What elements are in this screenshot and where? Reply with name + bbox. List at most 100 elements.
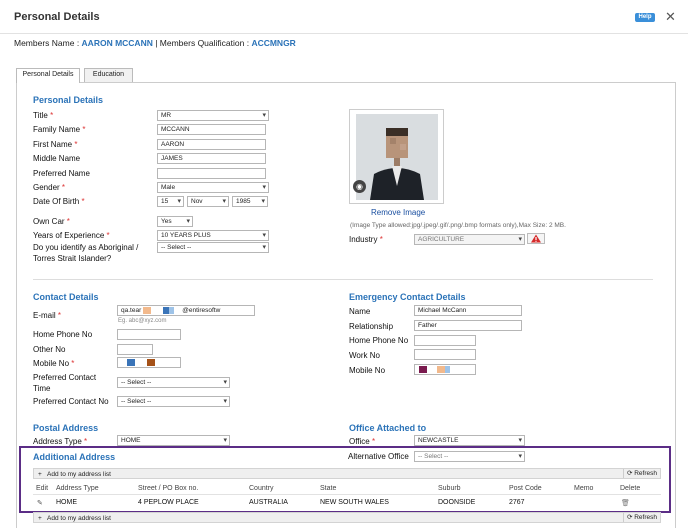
col-street: Street / PO Box no. bbox=[138, 485, 199, 492]
add-icon-bottom[interactable]: + bbox=[38, 515, 42, 522]
pref-contact-time-label-line1: Preferred Contact bbox=[33, 373, 97, 382]
aboriginal-select[interactable]: -- Select -- bbox=[157, 242, 269, 253]
refresh-icon-bottom: ⟳ bbox=[626, 514, 633, 521]
email-label: E-mail * bbox=[33, 311, 62, 320]
personal-details-heading: Personal Details bbox=[33, 95, 104, 105]
col-post-code: Post Code bbox=[509, 485, 542, 492]
close-icon[interactable]: ✕ bbox=[665, 9, 676, 25]
members-info: Members Name : AARON MCCANN | Members Qu… bbox=[14, 38, 296, 48]
emergency-work-no-label: Work No bbox=[349, 351, 380, 360]
other-no-label: Other No bbox=[33, 345, 66, 354]
row-street: 4 PEPLOW PLACE bbox=[138, 499, 199, 506]
other-no-input[interactable] bbox=[117, 344, 153, 355]
profile-photo-image bbox=[356, 114, 438, 200]
dob-day-select[interactable]: 15 bbox=[157, 196, 184, 207]
dob-year-select[interactable]: 1985 bbox=[232, 196, 268, 207]
col-state: State bbox=[320, 485, 337, 492]
col-edit: Edit bbox=[36, 485, 49, 492]
col-delete: Delete bbox=[620, 485, 641, 492]
col-country: Country bbox=[249, 485, 274, 492]
email-input[interactable]: qa.tear @entiresoftw bbox=[117, 305, 255, 316]
dob-month-select[interactable]: Nov bbox=[187, 196, 229, 207]
add-icon[interactable]: + bbox=[38, 471, 42, 478]
row-address-type: HOME bbox=[56, 499, 77, 506]
col-memo: Memo bbox=[574, 485, 594, 492]
delete-trash-icon[interactable]: 🗑 bbox=[621, 499, 630, 507]
relationship-input[interactable]: Father bbox=[414, 320, 522, 331]
title-label: Title * bbox=[33, 111, 54, 120]
emergency-home-phone-label: Home Phone No bbox=[349, 336, 409, 345]
first-name-input[interactable]: AARON bbox=[157, 139, 266, 150]
emergency-mobile-no-input[interactable] bbox=[414, 364, 476, 375]
family-name-label: Family Name * bbox=[33, 125, 86, 134]
tab-education[interactable]: Education bbox=[84, 68, 133, 82]
members-name: AARON MCCANN bbox=[81, 38, 153, 48]
home-phone-input[interactable] bbox=[117, 329, 181, 340]
grid-header-divider bbox=[33, 494, 661, 495]
mobile-no-label: Mobile No * bbox=[33, 359, 75, 368]
alternative-office-select[interactable]: -- Select -- bbox=[414, 451, 525, 462]
pref-contact-no-label: Preferred Contact No bbox=[33, 397, 109, 406]
row-country: AUSTRALIA bbox=[249, 499, 288, 506]
emergency-work-no-input[interactable] bbox=[414, 349, 476, 360]
industry-label: Industry * bbox=[349, 235, 383, 244]
preferred-name-label: Preferred Name bbox=[33, 169, 90, 178]
emergency-home-phone-input[interactable] bbox=[414, 335, 476, 346]
section-divider bbox=[33, 279, 653, 280]
own-car-label: Own Car * bbox=[33, 217, 70, 226]
office-heading: Office Attached to bbox=[349, 423, 427, 433]
row-post-code: 2767 bbox=[509, 499, 525, 506]
address-type-select[interactable]: HOME bbox=[117, 435, 230, 446]
gender-select[interactable]: Male bbox=[157, 182, 269, 193]
help-button[interactable]: Help bbox=[635, 13, 655, 22]
pref-contact-no-select[interactable]: -- Select -- bbox=[117, 396, 230, 407]
col-address-type: Address Type bbox=[56, 485, 99, 492]
middle-name-label: Middle Name bbox=[33, 154, 81, 163]
members-qualification-label: | Members Qualification : bbox=[152, 38, 252, 48]
emergency-mobile-no-label: Mobile No bbox=[349, 366, 386, 375]
own-car-select[interactable]: Yes bbox=[157, 216, 193, 227]
first-name-label: First Name * bbox=[33, 140, 78, 149]
image-type-note: (Image Type allowed:jpg/.jpeg/.gif/.png/… bbox=[350, 222, 566, 229]
add-address-button-bottom[interactable]: Add to my address list bbox=[47, 515, 111, 522]
industry-select[interactable]: AGRICULTURE bbox=[414, 234, 525, 245]
email-placeholder-hint: Eg. abc@xyz.com bbox=[118, 318, 167, 324]
additional-address-heading: Additional Address bbox=[33, 452, 116, 462]
pref-contact-time-select[interactable]: -- Select -- bbox=[117, 377, 230, 388]
mobile-no-input[interactable] bbox=[117, 357, 181, 368]
family-name-input[interactable]: MCCANN bbox=[157, 124, 266, 135]
experience-select[interactable]: 10 YEARS PLUS bbox=[157, 230, 269, 241]
col-suburb: Suburb bbox=[438, 485, 461, 492]
preferred-name-input[interactable] bbox=[157, 168, 266, 179]
middle-name-input[interactable]: JAMES bbox=[157, 153, 266, 164]
title-select[interactable]: MR bbox=[157, 110, 269, 121]
gender-label: Gender * bbox=[33, 183, 66, 192]
refresh-button-bottom[interactable]: ⟳ Refresh bbox=[622, 513, 657, 522]
emergency-name-input[interactable]: Michael McCann bbox=[414, 305, 522, 316]
aboriginal-label-line2: Torres Strait Islander? bbox=[33, 254, 112, 263]
refresh-button[interactable]: ⟳ Refresh bbox=[622, 469, 657, 478]
remove-image-link[interactable]: Remove Image bbox=[371, 208, 425, 217]
edit-pencil-icon[interactable]: ✎ bbox=[37, 499, 43, 507]
postal-address-heading: Postal Address bbox=[33, 423, 99, 433]
header-divider bbox=[0, 33, 688, 34]
tab-personal-details[interactable]: Personal Details bbox=[16, 68, 80, 83]
address-grid-footer-toolbar: + Add to my address list ⟳ Refresh bbox=[33, 512, 661, 523]
office-select[interactable]: NEWCASTLE bbox=[414, 435, 525, 446]
alternative-office-label: Alternative Office bbox=[348, 452, 409, 461]
members-name-label: Members Name : bbox=[14, 38, 82, 48]
emergency-contact-heading: Emergency Contact Details bbox=[349, 292, 466, 302]
warning-icon[interactable] bbox=[527, 233, 545, 244]
profile-photo: ◉ bbox=[349, 109, 444, 204]
camera-icon[interactable]: ◉ bbox=[353, 180, 366, 193]
aboriginal-label-line1: Do you identify as Aboriginal / bbox=[33, 243, 139, 252]
row-state: NEW SOUTH WALES bbox=[320, 499, 389, 506]
row-suburb: DOONSIDE bbox=[438, 499, 476, 506]
add-address-button[interactable]: Add to my address list bbox=[47, 471, 111, 478]
refresh-icon: ⟳ bbox=[626, 470, 633, 477]
pref-contact-time-label-line2: Time bbox=[33, 384, 51, 393]
experience-label: Years of Experience * bbox=[33, 231, 110, 240]
address-grid-toolbar: + Add to my address list ⟳ Refresh bbox=[33, 468, 661, 479]
dialog-title: Personal Details bbox=[14, 11, 100, 23]
dob-label: Date Of Birth * bbox=[33, 197, 85, 206]
